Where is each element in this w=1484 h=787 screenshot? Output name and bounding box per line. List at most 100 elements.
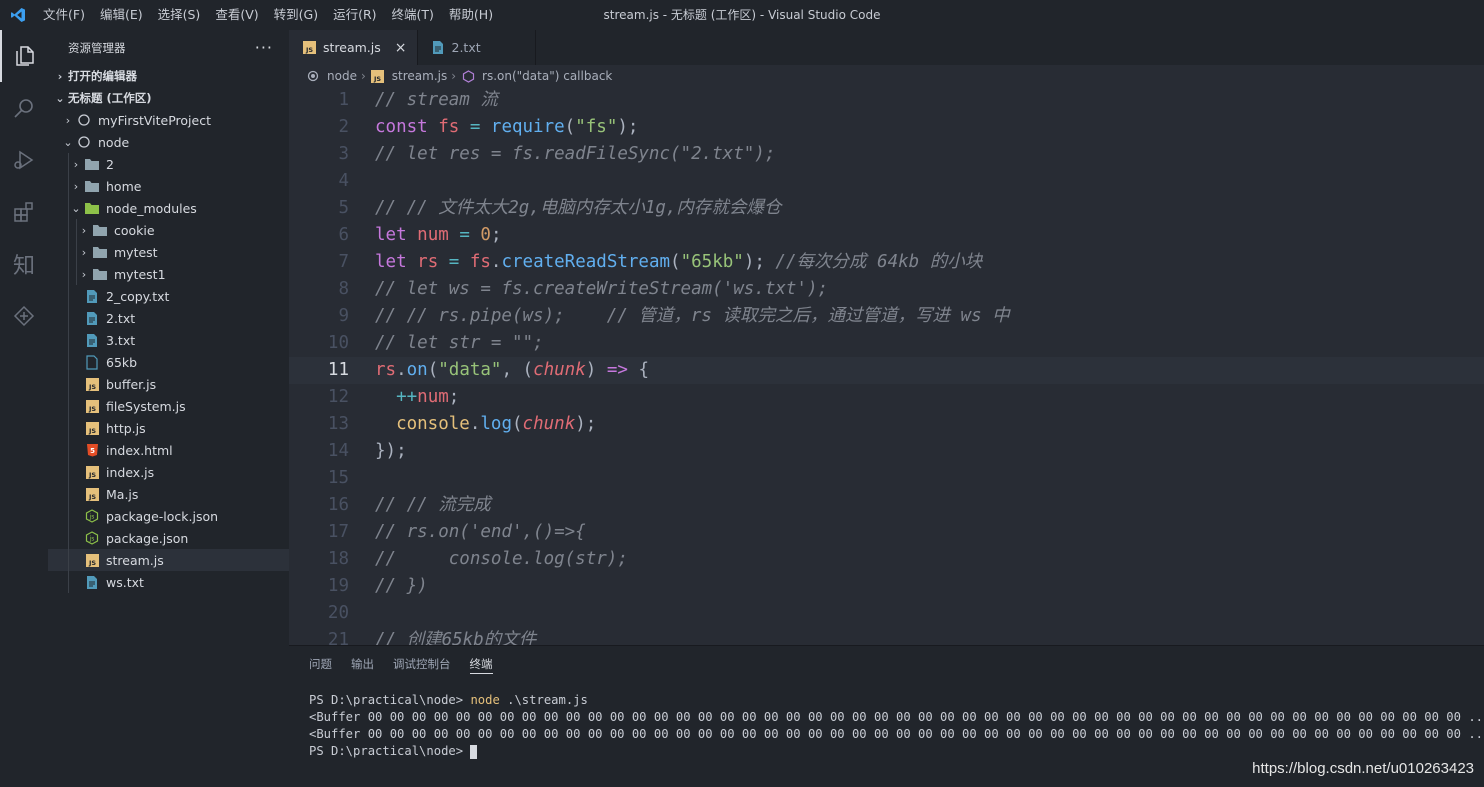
chevron-right-icon: › [81,267,87,281]
tree-item[interactable]: › mytest1 [48,263,289,285]
code-token: "data" [438,360,502,380]
tree-item[interactable]: › myFirstViteProject [48,109,289,131]
line-number: 5 [338,198,349,218]
tab-2-txt[interactable]: 2.txt [418,30,536,65]
folder-icon [92,222,108,238]
tree-item-label: mytest [114,244,158,260]
tree-item[interactable]: js package-lock.json [48,505,289,527]
folder-root-icon [76,112,92,128]
menu-item[interactable]: 转到(G) [267,0,326,30]
indent-guide [76,263,77,285]
line-number: 17 [327,522,349,542]
tree-item[interactable]: JS buffer.js [48,373,289,395]
tree-item[interactable]: JS Ma.js [48,483,289,505]
code-line: 8 // let ws = fs.createWriteStream('ws.tx… [289,276,1484,303]
workspace-section[interactable]: ⌄ 无标题 (工作区) [48,87,289,109]
tree-item-label: buffer.js [106,376,157,392]
svg-text:JS: JS [373,75,381,83]
panel-tab[interactable]: 调试控制台 [393,646,451,682]
menu-item[interactable]: 编辑(E) [93,0,151,30]
tree-item-label: stream.js [106,552,164,568]
tree-item[interactable]: ⌄ node [48,131,289,153]
menu-item[interactable]: 帮助(H) [442,0,501,30]
line-number: 9 [338,306,349,326]
breadcrumb-item[interactable]: rs.on("data") callback [482,69,612,83]
indent-guide [68,549,69,571]
code-token: // stream 流 [375,90,498,110]
code-token: // let ws = fs.createWriteStream('ws.txt… [375,279,829,299]
tree-item[interactable]: 3.txt [48,329,289,351]
vscode-logo-icon [0,0,36,30]
open-editors-label: 打开的编辑器 [68,69,137,83]
tree-item[interactable]: JS index.js [48,461,289,483]
code-line: 16 // // 流完成 [289,492,1484,519]
code-line: 7 let rs = fs.createReadStream("65kb"); /… [289,249,1484,276]
tree-item[interactable]: › home [48,175,289,197]
tree-item[interactable]: 2.txt [48,307,289,329]
tree-item[interactable]: › 2 [48,153,289,175]
code-view[interactable]: 1// stream 流 2 const fs = require("fs"); 3/… [289,87,1484,645]
code-line: 10 // let str = ""; [289,330,1484,357]
extensions-icon[interactable] [0,186,48,238]
remote-icon[interactable] [0,290,48,342]
terminal-command-line: PS D:\practical\node> node .\stream.js [309,692,1484,709]
explorer-icon[interactable] [0,30,48,82]
tree-item[interactable]: 5 index.html [48,439,289,461]
breadcrumb-item[interactable]: stream.js [392,69,447,83]
menu-item[interactable]: 终端(T) [385,0,442,30]
close-icon[interactable]: × [395,40,407,56]
code-token: // }) [375,576,428,596]
search-icon[interactable] [0,82,48,134]
code-token: ) [585,360,607,380]
tab-stream-js[interactable]: JS stream.js × [289,30,418,65]
tree-item[interactable]: › cookie [48,219,289,241]
menu-item[interactable]: 运行(R) [326,0,384,30]
run-debug-icon[interactable] [0,134,48,186]
code-text: // }) [349,573,428,600]
open-editors-section[interactable]: › 打开的编辑器 [48,65,289,87]
code-token: ++ [396,387,418,407]
breadcrumb-item[interactable]: node [327,69,357,83]
tree-item[interactable]: js package.json [48,527,289,549]
svg-text:JS: JS [87,427,95,435]
menu-item[interactable]: 选择(S) [151,0,209,30]
more-actions-icon[interactable]: ··· [255,38,273,57]
code-token: const [375,117,439,137]
editor-area: JS stream.js × 2.txt node › JS stream.js › rs.on… [289,30,1484,645]
menu-item[interactable]: 文件(F) [36,0,93,30]
tree-item[interactable]: ws.txt [48,571,289,593]
code-text: }); [349,438,407,465]
line-number: 19 [327,576,349,596]
tree-item-label: 2.txt [106,310,136,326]
zhihu-icon[interactable]: 知 [0,238,48,290]
code-token: rs [417,252,449,272]
tree-item[interactable]: JS fileSystem.js [48,395,289,417]
panel-tab[interactable]: 问题 [309,646,332,682]
terminal[interactable]: PS D:\practical\node> node .\stream.js <… [289,682,1484,760]
chevron-right-icon: › [65,113,71,127]
tree-item[interactable]: 65kb [48,351,289,373]
code-text: ++num; [349,384,459,411]
tree-item[interactable]: › mytest [48,241,289,263]
line-number: 20 [327,603,349,623]
code-text: console.log(chunk); [349,411,596,438]
svg-text:JS: JS [87,493,95,501]
tree-item[interactable]: JS stream.js [48,549,289,571]
tree-item-label: index.html [106,442,173,458]
code-token: on [406,360,428,380]
tree-item-label: cookie [114,222,155,238]
tree-item-label: node_modules [106,200,197,216]
code-line: 6 let num = 0; [289,222,1484,249]
tree-item-label: fileSystem.js [106,398,186,414]
code-line: 11 rs.on("data", (chunk) => { [289,357,1484,384]
tree-item[interactable]: ⌄ node_modules [48,197,289,219]
tree-item[interactable]: JS http.js [48,417,289,439]
workspace-label: 无标题 (工作区) [68,91,152,105]
panel-tab[interactable]: 输出 [351,646,374,682]
panel-tab[interactable]: 终端 [469,646,493,682]
terminal-cursor [470,744,478,759]
tree-item[interactable]: 2_copy.txt [48,285,289,307]
menu-item[interactable]: 查看(V) [208,0,266,30]
terminal-command: node [470,693,500,707]
